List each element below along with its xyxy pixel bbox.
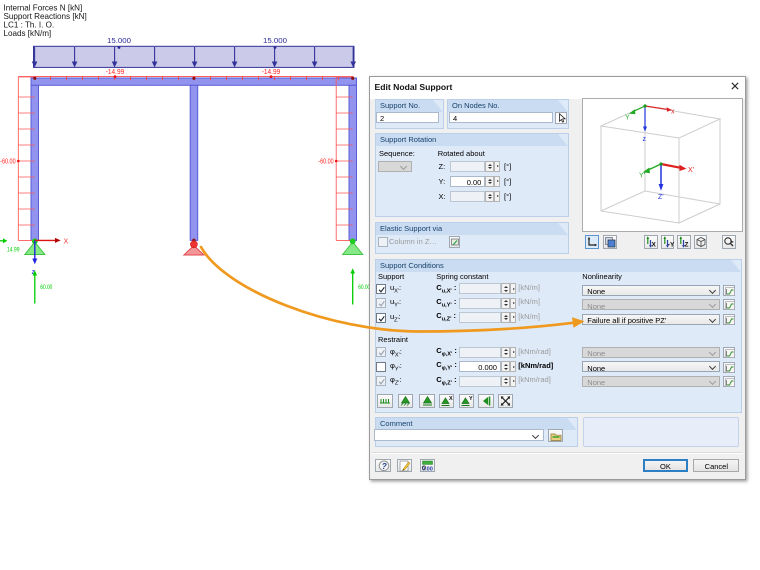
svg-text:15.000: 15.000 — [107, 36, 131, 45]
svg-text:Loads [kN/m]: Loads [kN/m] — [4, 29, 52, 38]
svg-text:Y: Y — [469, 396, 473, 402]
svg-text:X': X' — [688, 167, 694, 174]
svg-text:14.99: 14.99 — [7, 246, 20, 253]
svg-text:-14.99: -14.99 — [262, 69, 281, 76]
svg-text:Z: Z — [685, 242, 689, 249]
svg-text:15.000: 15.000 — [263, 36, 287, 45]
svg-text:X: X — [652, 242, 657, 249]
svg-text:X: X — [64, 239, 69, 246]
svg-text:Y': Y' — [639, 173, 645, 180]
svg-text:60.00: 60.00 — [40, 284, 52, 291]
svg-text:-60.00: -60.00 — [318, 158, 333, 165]
svg-text:-Y: -Y — [667, 242, 673, 249]
svg-text:x: x — [671, 109, 675, 116]
svg-text:z: z — [643, 136, 647, 143]
svg-text:-14.99: -14.99 — [106, 69, 125, 76]
svg-text:Z': Z' — [658, 194, 664, 201]
svg-text:X: X — [449, 396, 453, 402]
svg-text:?: ? — [381, 461, 387, 471]
svg-text:Y: Y — [625, 115, 630, 122]
svg-text:-60.00: -60.00 — [0, 158, 15, 165]
